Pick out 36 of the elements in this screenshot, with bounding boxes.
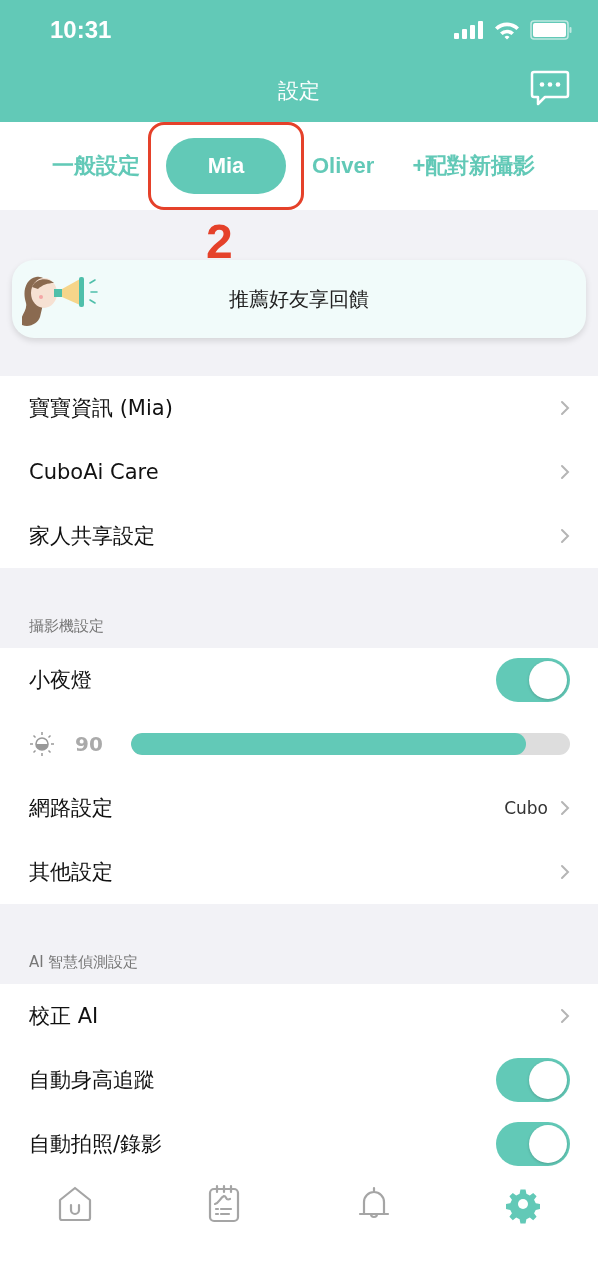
setting-label: 網路設定	[29, 795, 114, 822]
camera-tab[interactable]: Oliver	[300, 138, 387, 194]
setting-label: 小夜燈	[29, 667, 93, 694]
status-time: 10:31	[50, 16, 112, 44]
chevron-icon[interactable]	[560, 464, 570, 480]
chevron-icon[interactable]	[560, 400, 570, 416]
setting-label: 寶寶資訊 (Mia)	[29, 395, 174, 422]
camera-tab[interactable]: +配對新攝影	[400, 138, 548, 194]
camera-tab[interactable]: 一般設定	[40, 138, 152, 194]
brightness-slider[interactable]	[131, 733, 570, 755]
battery-icon	[530, 20, 572, 40]
setting-label: 校正 AI	[29, 1003, 100, 1030]
chat-icon[interactable]	[530, 70, 570, 106]
setting-label: 自動拍照/錄影	[29, 1131, 164, 1158]
setting-value: Cubo	[504, 798, 548, 818]
chevron-icon[interactable]	[560, 864, 570, 880]
camera-tab[interactable]: Mia	[166, 138, 286, 194]
setting-label: 家人共享設定	[29, 523, 156, 550]
chevron-icon[interactable]	[560, 1008, 570, 1024]
banner-text: 推薦好友享回饋	[229, 285, 369, 313]
signal-icon	[454, 21, 484, 39]
section-title: AI 智慧偵測設定	[29, 953, 139, 972]
brightness-icon	[29, 731, 55, 757]
setting-label: 其他設定	[29, 859, 114, 886]
chevron-icon[interactable]	[560, 528, 570, 544]
setting-label: 自動身高追蹤	[29, 1067, 156, 1094]
toggle-switch[interactable]	[496, 1122, 570, 1166]
wifi-icon	[494, 20, 520, 40]
brightness-value: 90	[74, 732, 104, 756]
toggle-switch[interactable]	[496, 658, 570, 702]
setting-label: CuboAi Care	[29, 460, 160, 484]
referral-banner[interactable]: 推薦好友享回饋	[12, 260, 586, 338]
chevron-icon[interactable]	[560, 800, 570, 816]
section-title: 攝影機設定	[29, 617, 104, 636]
page-title: 設定	[278, 78, 320, 105]
toggle-switch[interactable]	[496, 1058, 570, 1102]
